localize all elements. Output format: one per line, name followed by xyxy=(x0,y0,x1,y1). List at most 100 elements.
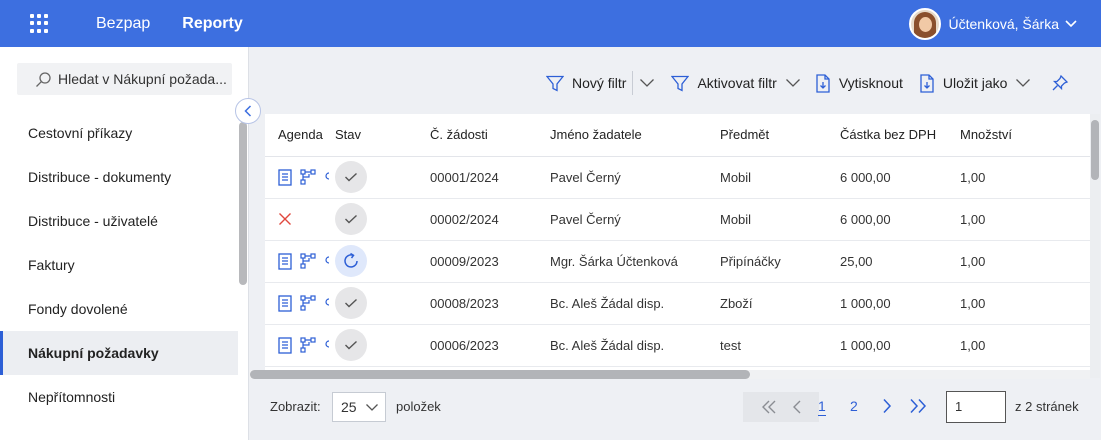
table-row[interactable]: 00001/2024 Pavel Černý Mobil 6 000,00 1,… xyxy=(265,156,1090,199)
chevron-down-icon xyxy=(366,404,378,411)
page-size-value: 25 xyxy=(341,399,357,415)
check-icon xyxy=(345,298,357,308)
cislo-zadosti-cell: 00008/2023 xyxy=(430,282,550,325)
table-horizontal-scrollbar[interactable] xyxy=(249,370,1090,379)
search-placeholder: Hledat v Nákupní požada... xyxy=(58,71,227,87)
jmeno-zadatele-cell: Pavel Černý xyxy=(550,198,720,241)
document-export-icon xyxy=(816,73,830,93)
table-header-row: Agenda Stav Č. žádosti Jméno žadatele Př… xyxy=(265,114,1090,157)
sidebar-item-nepritomnosti[interactable]: Nepřítomnosti xyxy=(0,375,238,419)
mnozstvi-cell: 1,00 xyxy=(960,240,1090,283)
page-size-select[interactable]: 25 xyxy=(332,392,386,422)
nav-bezpap[interactable]: Bezpap xyxy=(96,15,150,33)
save-as-chevron-icon[interactable] xyxy=(1015,78,1031,88)
table-row[interactable]: 00006/2023 Bc. Aleš Žádal disp. test 1 0… xyxy=(265,324,1090,367)
total-pages-label: z 2 stránek xyxy=(1015,399,1079,414)
link-icon[interactable] xyxy=(324,339,330,351)
agenda-cell xyxy=(265,198,335,241)
first-page-icon[interactable] xyxy=(760,400,778,414)
sidebar-search-input[interactable]: Hledat v Nákupní požada... xyxy=(17,63,232,95)
table-row[interactable]: 00009/2023 Mgr. Šárka Účtenková Připínáč… xyxy=(265,240,1090,283)
data-table: Agenda Stav Č. žádosti Jméno žadatele Př… xyxy=(265,114,1090,367)
activate-filter-chevron-icon[interactable] xyxy=(785,78,801,88)
scrollbar-thumb[interactable] xyxy=(1091,120,1099,180)
mnozstvi-cell: 1,00 xyxy=(960,324,1090,367)
status-approved-badge xyxy=(335,329,367,361)
agenda-cell xyxy=(265,240,335,283)
pin-icon[interactable] xyxy=(1051,74,1069,92)
mnozstvi-cell: 1,00 xyxy=(960,198,1090,241)
print-button[interactable]: Vytisknout xyxy=(815,73,903,93)
refresh-icon xyxy=(344,252,358,268)
jmeno-zadatele-cell: Pavel Černý xyxy=(550,156,720,199)
next-page-icon[interactable] xyxy=(882,398,892,414)
document-icon[interactable] xyxy=(278,252,292,270)
predmet-cell: Mobil xyxy=(720,156,840,199)
status-approved-badge xyxy=(335,161,367,193)
sidebar-menu: Cestovní příkazy Distribuce - dokumenty … xyxy=(0,111,238,419)
save-as-button[interactable]: Uložit jako xyxy=(919,73,1007,93)
document-icon[interactable] xyxy=(278,168,292,186)
sidebar-scrollbar[interactable] xyxy=(239,122,247,285)
search-icon xyxy=(36,71,51,87)
page-number-input[interactable]: 1 xyxy=(946,391,1006,423)
status-approved-badge xyxy=(335,203,367,235)
column-header-cislo-zadosti[interactable]: Č. žádosti xyxy=(430,114,550,157)
pagination-bar: Zobrazit: 25 položek 1 2 1 z 2 stránek xyxy=(249,390,1101,424)
activate-filter-button[interactable]: Aktivovat filtr xyxy=(671,75,777,92)
mnozstvi-cell: 1,00 xyxy=(960,156,1090,199)
new-filter-button[interactable]: Nový filtr xyxy=(546,75,626,92)
table-row[interactable]: 00002/2024 Pavel Černý Mobil 6 000,00 1,… xyxy=(265,198,1090,241)
nav-reporty[interactable]: Reporty xyxy=(182,15,242,33)
sidebar-item-distribuce-uzivatele[interactable]: Distribuce - uživatelé xyxy=(0,199,238,243)
app-launcher-icon[interactable] xyxy=(30,13,50,34)
link-icon[interactable] xyxy=(324,297,330,309)
cislo-zadosti-cell: 00009/2023 xyxy=(430,240,550,283)
document-icon[interactable] xyxy=(278,294,292,312)
previous-page-icon[interactable] xyxy=(792,400,802,414)
link-icon[interactable] xyxy=(324,171,330,183)
status-approved-badge xyxy=(335,287,367,319)
filter-icon xyxy=(546,75,564,92)
last-page-icon[interactable] xyxy=(909,398,929,414)
column-header-stav[interactable]: Stav xyxy=(335,114,430,157)
predmet-cell: Připínáčky xyxy=(720,240,840,283)
agenda-cell xyxy=(265,156,335,199)
workflow-icon[interactable] xyxy=(300,169,316,185)
new-filter-dropdown-chevron-icon[interactable] xyxy=(639,78,655,88)
column-header-predmet[interactable]: Předmět xyxy=(720,114,840,157)
castka-cell: 1 000,00 xyxy=(840,282,960,325)
predmet-cell: Zboží xyxy=(720,282,840,325)
user-menu[interactable]: Účtenková, Šárka xyxy=(908,8,1078,40)
chevron-down-icon xyxy=(1065,20,1077,28)
jmeno-zadatele-cell: Mgr. Šárka Účtenková xyxy=(550,240,720,283)
check-icon xyxy=(345,172,357,182)
status-in-progress-badge xyxy=(335,245,367,277)
collapse-sidebar-button[interactable] xyxy=(235,98,261,124)
cislo-zadosti-cell: 00001/2024 xyxy=(430,156,550,199)
link-icon[interactable] xyxy=(324,255,330,267)
workflow-icon[interactable] xyxy=(300,253,316,269)
table-vertical-scrollbar[interactable] xyxy=(1090,114,1100,378)
status-cell xyxy=(335,282,430,325)
workflow-icon[interactable] xyxy=(300,295,316,311)
sidebar-item-cestovni-prikazy[interactable]: Cestovní příkazy xyxy=(0,111,238,155)
document-icon[interactable] xyxy=(278,336,292,354)
status-cell xyxy=(335,324,430,367)
check-icon xyxy=(345,214,357,224)
scrollbar-thumb[interactable] xyxy=(250,370,750,379)
items-label: položek xyxy=(396,399,441,414)
column-header-castka-bez-dph[interactable]: Částka bez DPH xyxy=(840,114,960,157)
document-save-icon xyxy=(920,73,934,93)
table-row[interactable]: 00008/2023 Bc. Aleš Žádal disp. Zboží 1 … xyxy=(265,282,1090,325)
column-header-agenda[interactable]: Agenda xyxy=(265,114,335,157)
column-header-jmeno-zadatele[interactable]: Jméno žadatele xyxy=(550,114,720,157)
sidebar-item-nakupni-pozadavky[interactable]: Nákupní požadavky xyxy=(0,331,238,375)
sidebar-item-fondy-dovolene[interactable]: Fondy dovolené xyxy=(0,287,238,331)
page-2-link[interactable]: 2 xyxy=(850,398,858,414)
sidebar-item-distribuce-dokumenty[interactable]: Distribuce - dokumenty xyxy=(0,155,238,199)
sidebar-item-faktury[interactable]: Faktury xyxy=(0,243,238,287)
page-1-link[interactable]: 1 xyxy=(818,398,826,416)
workflow-icon[interactable] xyxy=(300,337,316,353)
column-header-mnozstvi[interactable]: Množství xyxy=(960,114,1090,157)
